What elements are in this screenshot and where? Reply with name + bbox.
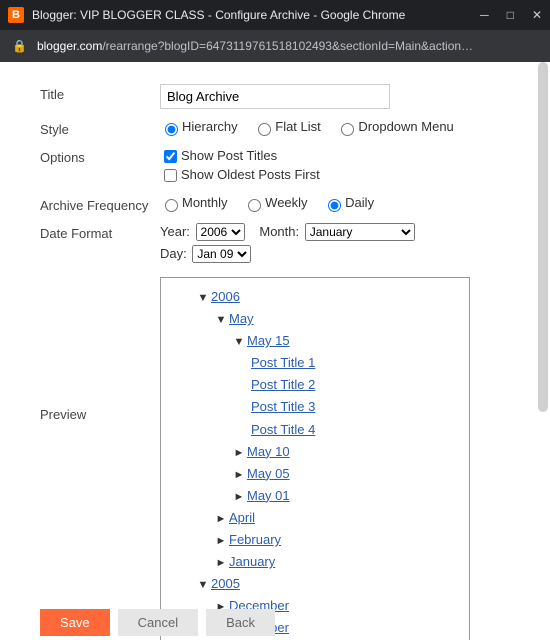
frequency-radio-group: Monthly Weekly Daily — [160, 195, 526, 212]
arrow-down-icon: ▼ — [197, 576, 209, 595]
date-format-label: Date Format — [40, 223, 160, 241]
button-bar: Save Cancel Back — [40, 609, 275, 636]
day-label: Day: — [160, 246, 187, 261]
title-input[interactable] — [160, 84, 390, 109]
arrow-right-icon: ► — [215, 532, 227, 551]
style-hierarchy-option[interactable]: Hierarchy — [160, 119, 238, 134]
tree-day-may01[interactable]: ►May 01 — [233, 485, 461, 507]
style-label: Style — [40, 119, 160, 137]
tree-post[interactable]: Post Title 4 — [251, 419, 461, 441]
cancel-button[interactable]: Cancel — [118, 609, 198, 636]
title-label: Title — [40, 84, 160, 102]
frequency-daily-radio[interactable] — [328, 199, 341, 212]
window-titlebar: B Blogger: VIP BLOGGER CLASS - Configure… — [0, 0, 550, 30]
content-area: Title Style Hierarchy Flat List Dropdown… — [0, 62, 550, 640]
window-title: Blogger: VIP BLOGGER CLASS - Configure A… — [32, 8, 470, 22]
options-label: Options — [40, 147, 160, 165]
arrow-down-icon: ▼ — [233, 333, 245, 352]
arrow-right-icon: ► — [233, 444, 245, 463]
style-dropdown-radio[interactable] — [341, 123, 354, 136]
save-button[interactable]: Save — [40, 609, 110, 636]
back-button[interactable]: Back — [206, 609, 275, 636]
show-oldest-first-option[interactable]: Show Oldest Posts First — [160, 167, 320, 182]
arrow-right-icon: ► — [233, 488, 245, 507]
arrow-right-icon: ► — [215, 554, 227, 573]
tree-day-may05[interactable]: ►May 05 — [233, 463, 461, 485]
show-post-titles-checkbox[interactable] — [164, 150, 177, 163]
show-post-titles-option[interactable]: Show Post Titles — [160, 148, 277, 163]
date-format-group: Year: 2006 Month: January Day: Jan 09 — [160, 223, 526, 267]
tree-post[interactable]: Post Title 1 — [251, 352, 461, 374]
arrow-right-icon: ► — [233, 466, 245, 485]
vertical-scrollbar[interactable] — [538, 62, 548, 412]
tree-day-may15[interactable]: ▼May 15 Post Title 1 Post Title 2 Post T… — [233, 330, 461, 440]
url-text: blogger.com/rearrange?blogID=64731197615… — [37, 39, 538, 53]
tree-month-may[interactable]: ▼May ▼May 15 Post Title 1 Post Title 2 P… — [215, 308, 461, 507]
blogger-favicon: B — [8, 7, 24, 23]
style-hierarchy-radio[interactable] — [165, 123, 178, 136]
month-select[interactable]: January — [305, 223, 415, 241]
tree-post[interactable]: Post Title 2 — [251, 374, 461, 396]
maximize-icon[interactable]: □ — [507, 8, 514, 22]
arrow-down-icon: ▼ — [215, 311, 227, 330]
close-icon[interactable]: ✕ — [532, 8, 542, 22]
lock-icon: 🔒 — [12, 39, 27, 53]
frequency-weekly-option[interactable]: Weekly — [243, 195, 307, 210]
tree-month-april[interactable]: ►April — [215, 507, 461, 529]
archive-frequency-label: Archive Frequency — [40, 195, 160, 213]
tree-month-jan[interactable]: ►January — [215, 551, 461, 573]
tree-month-feb[interactable]: ►February — [215, 529, 461, 551]
day-select[interactable]: Jan 09 — [192, 245, 251, 263]
frequency-daily-option[interactable]: Daily — [323, 195, 374, 210]
minimize-icon[interactable]: ─ — [480, 8, 489, 22]
year-label: Year: — [160, 224, 190, 239]
show-oldest-first-checkbox[interactable] — [164, 169, 177, 182]
arrow-down-icon: ▼ — [197, 289, 209, 308]
address-bar[interactable]: 🔒 blogger.com/rearrange?blogID=647311976… — [0, 30, 550, 62]
style-flatlist-option[interactable]: Flat List — [253, 119, 321, 134]
frequency-weekly-radio[interactable] — [248, 199, 261, 212]
style-radio-group: Hierarchy Flat List Dropdown Menu — [160, 119, 526, 136]
frequency-monthly-radio[interactable] — [165, 199, 178, 212]
options-group: Show Post Titles Show Oldest Posts First — [160, 147, 526, 185]
tree-day-may10[interactable]: ►May 10 — [233, 441, 461, 463]
style-dropdown-option[interactable]: Dropdown Menu — [336, 119, 453, 134]
month-label: Month: — [259, 224, 299, 239]
arrow-right-icon: ► — [215, 510, 227, 529]
year-select[interactable]: 2006 — [196, 223, 245, 241]
preview-box: ▼2006 ▼May ▼May 15 Post Title 1 Post Tit… — [160, 277, 470, 640]
preview-label: Preview — [40, 277, 160, 422]
style-flatlist-radio[interactable] — [258, 123, 271, 136]
tree-post[interactable]: Post Title 3 — [251, 396, 461, 418]
frequency-monthly-option[interactable]: Monthly — [160, 195, 228, 210]
tree-year-2006[interactable]: ▼2006 ▼May ▼May 15 Post Title 1 Post Tit… — [197, 286, 461, 573]
